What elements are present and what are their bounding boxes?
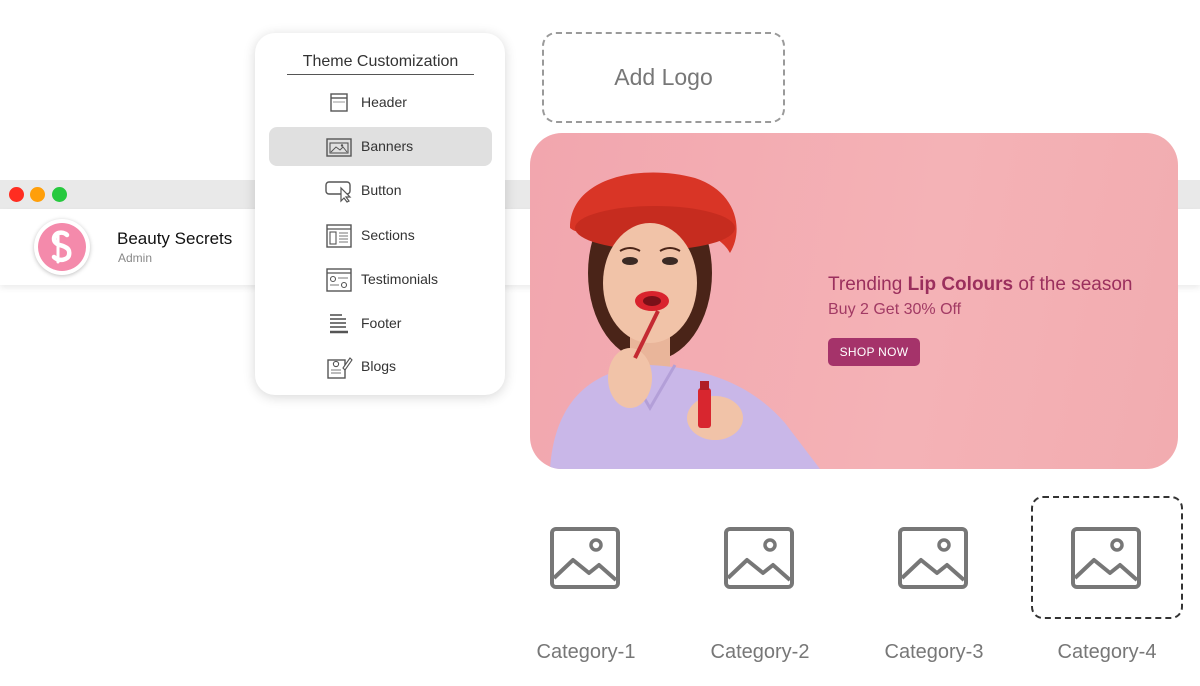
- image-placeholder-icon: [898, 527, 968, 589]
- image-placeholder-icon: [550, 527, 620, 589]
- banner-offer-text: Buy 2 Get 30% Off: [828, 301, 962, 318]
- category-tile-2[interactable]: [684, 496, 836, 619]
- category-tile-1[interactable]: [510, 496, 662, 619]
- menu-item-blogs[interactable]: Blogs: [269, 347, 492, 386]
- menu-item-label: Footer: [361, 315, 402, 331]
- avatar[interactable]: [34, 219, 90, 275]
- maximize-window-button[interactable]: [52, 187, 67, 202]
- category-label: Category-3: [884, 641, 984, 663]
- banner-headline: Trending Lip Colours of the season: [828, 274, 1133, 295]
- category-tile-4[interactable]: [1031, 496, 1183, 619]
- testimonials-icon: [326, 268, 352, 292]
- menu-item-label: Banners: [361, 138, 414, 154]
- menu-item-button[interactable]: Button: [269, 171, 492, 210]
- menu-item-label: Header: [361, 94, 407, 110]
- minimize-window-button[interactable]: [30, 187, 45, 202]
- sections-layout-icon: [326, 224, 352, 248]
- promo-banner[interactable]: Trending Lip Colours of the season Buy 2…: [530, 133, 1178, 469]
- model-photo-image: [550, 172, 820, 469]
- footer-lines-icon: [330, 314, 348, 334]
- image-placeholder-icon: [1071, 527, 1141, 589]
- category-tile-3[interactable]: [858, 496, 1010, 619]
- category-label: Category-4: [1057, 641, 1157, 663]
- menu-item-sections[interactable]: Sections: [269, 216, 492, 255]
- menu-item-testimonials[interactable]: Testimonials: [269, 260, 492, 299]
- button-cursor-icon: [325, 181, 352, 203]
- store-logo-icon: [38, 223, 86, 271]
- menu-item-label: Button: [361, 182, 402, 198]
- category-label: Category-1: [536, 641, 636, 663]
- banner-image-icon: [326, 138, 352, 157]
- panel-title: Theme Customization: [287, 53, 474, 75]
- header-layout-icon: [330, 93, 348, 112]
- add-logo-button[interactable]: Add Logo: [542, 32, 785, 123]
- menu-item-label: Testimonials: [361, 271, 439, 287]
- blog-edit-icon: [327, 357, 353, 379]
- theme-customization-panel: Theme Customization Header Banners Butto…: [255, 33, 505, 395]
- close-window-button[interactable]: [9, 187, 24, 202]
- user-role: Admin: [118, 251, 153, 265]
- category-label: Category-2: [710, 641, 810, 663]
- menu-item-header[interactable]: Header: [269, 83, 492, 122]
- menu-item-label: Blogs: [361, 358, 397, 374]
- menu-item-label: Sections: [361, 227, 415, 243]
- store-name: Beauty Secrets: [117, 229, 233, 248]
- shop-now-button[interactable]: SHOP NOW: [828, 338, 920, 366]
- menu-item-banners[interactable]: Banners: [269, 127, 492, 166]
- menu-item-footer[interactable]: Footer: [269, 304, 492, 343]
- image-placeholder-icon: [724, 527, 794, 589]
